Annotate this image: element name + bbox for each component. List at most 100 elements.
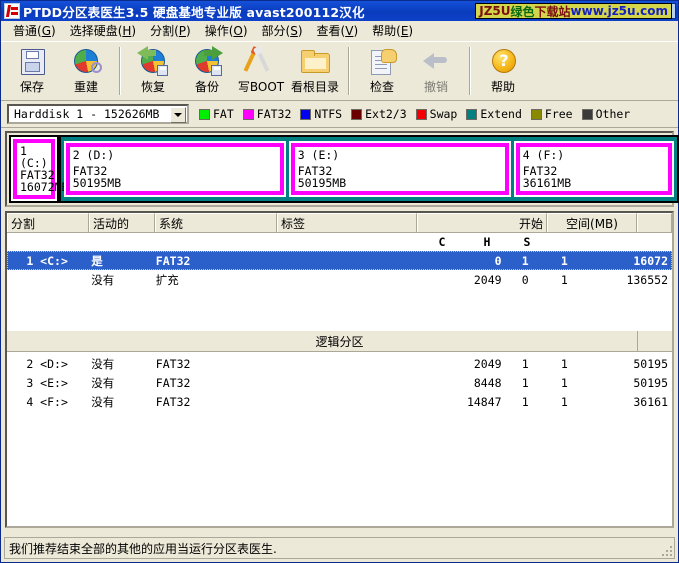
toolbar-button-2[interactable]: 重建 (59, 42, 113, 100)
legend-entry-ntfs: NTFS (300, 107, 342, 121)
toolbar-separator (469, 47, 470, 95)
watermark-part-2: 绿色 (510, 4, 535, 19)
folder-root-icon (299, 47, 331, 77)
logical-cell-3-space: 36161 (633, 394, 668, 409)
table-row[interactable]: 2 <D:> 没有 FAT32 2049 1 1 50195 (7, 354, 672, 373)
partition-map: 1 (C:) FAT32 16072MB 2 (D:) FAT32 50195MB 3 (E… (9, 135, 679, 203)
logical-cell-3-h: 1 (521, 394, 529, 409)
column-header-active[interactable]: 活动的 (89, 213, 155, 232)
partition-block-primary[interactable]: 1 (C:) FAT32 16072MB (9, 135, 68, 203)
primary-cell-1-space: 16072 (633, 253, 668, 268)
partition-logical-2-size: 50195MB (297, 176, 347, 190)
primary-cell-2-h: 0 (521, 272, 529, 287)
partition-logical-3-inner: 4 (F:) FAT32 36161MB (515, 143, 672, 195)
application-window: PTDD分区表医生3.5 硬盘基地专业版 avast200112汉化 JZ5U 绿… (0, 0, 679, 563)
primary-cell-1-s: 1 (560, 253, 568, 268)
toolbar-button-4[interactable]: 备份 (180, 42, 234, 100)
table-row[interactable]: 1 <C:> 是 FAT32 0 1 1 16072 (7, 251, 672, 270)
primary-partition-rows: 1 <C:> 是 FAT32 0 1 1 16072 没有 扩充 2049 0 1 136552 (7, 251, 672, 289)
toolbar-separator (119, 47, 120, 95)
logical-cell-1-s: 1 (560, 356, 568, 371)
primary-cell-1-active: 是 (91, 253, 103, 268)
partition-list-panel: 分割 活动的 系统 标签 开始 空间(MB) C H S 1 <C:> 是 FAT3… (5, 211, 674, 528)
window-title: PTDD分区表医生3.5 硬盘基地专业版 avast200112汉化 (23, 4, 365, 20)
menu-item-7[interactable]: 帮助(E) (365, 21, 420, 40)
logical-section-tail (637, 331, 672, 351)
undo-arrow-icon (420, 47, 452, 77)
toolbar-button-5[interactable]: 写BOOT (234, 42, 288, 100)
toolbar-button-1[interactable]: 保存 (5, 42, 59, 100)
logical-partition-rows: 2 <D:> 没有 FAT32 2049 1 1 50195 3 <E:> 没有 FAT32 844… (7, 352, 672, 411)
pie-rebuild-icon (70, 47, 102, 77)
column-header-extra[interactable] (637, 213, 672, 232)
table-row[interactable]: 没有 扩充 2049 0 1 136552 (7, 270, 672, 289)
legend-entry-swap: Swap (415, 107, 458, 121)
logical-cell-1-system: FAT32 (155, 356, 191, 371)
menu-item-4[interactable]: 操作(O) (198, 21, 255, 40)
watermark-url: www.jz5u.com (570, 4, 668, 18)
floppy-save-icon (16, 47, 48, 77)
toolbar-button-6[interactable]: 看根目录 (288, 42, 342, 100)
partition-block-logical-1[interactable]: 2 (D:) FAT32 50195MB (63, 141, 286, 197)
column-header-start[interactable]: 开始 (417, 213, 547, 232)
partition-block-logical-2[interactable]: 3 (E:) FAT32 50195MB (288, 141, 511, 197)
menu-item-1[interactable]: 普通(G) (6, 21, 63, 40)
menu-item-2[interactable]: 选择硬盘(H) (63, 21, 143, 40)
extended-partition-container[interactable]: 2 (D:) FAT32 50195MB 3 (E:) FAT32 50195MB 4 (F… (58, 135, 679, 203)
legend-entry-other: Other (581, 107, 630, 121)
column-header-space[interactable]: 空间(MB) (547, 213, 637, 232)
toolbar-button-3[interactable]: 恢复 (126, 42, 180, 100)
logical-cell-1-h: 1 (521, 356, 529, 371)
menu-item-3[interactable]: 分割(P) (143, 21, 198, 40)
column-header-partition[interactable]: 分割 (7, 213, 89, 232)
resize-grip[interactable] (660, 544, 672, 556)
chevron-down-icon[interactable] (170, 107, 186, 123)
legend-entry-fat32: FAT32 (242, 107, 291, 121)
toolbar-label-6: 看根目录 (290, 80, 339, 94)
partition-primary-inner: 1 (C:) FAT32 16072MB (13, 139, 68, 199)
status-text: 我们推荐结束全部的其他的应用当运行分区表医生. (9, 541, 277, 556)
legend-entry-extend: Extend (466, 107, 522, 121)
legend-bar: Harddisk 1 - 152626MB FAT FAT32 NTFS Ext2/3… (1, 101, 678, 128)
toolbar-label-3: 恢复 (140, 80, 165, 94)
partition-logical-1-size: 50195MB (72, 176, 122, 190)
menu-item-6[interactable]: 查看(V) (310, 21, 366, 40)
partition-primary-title: 1 (C:) (20, 144, 48, 170)
partition-map-panel: 1 (C:) FAT32 16072MB 2 (D:) FAT32 50195MB 3 (E… (5, 131, 679, 207)
table-row[interactable]: 3 <E:> 没有 FAT32 8448 1 1 50195 (7, 373, 672, 392)
partition-block-logical-3[interactable]: 4 (F:) FAT32 36161MB (513, 141, 674, 197)
primary-cell-2-c: 2049 (473, 272, 502, 287)
legend-swatch-icon (300, 108, 312, 120)
checklist-icon (366, 47, 398, 77)
partition-logical-2-title: 3 (E:) (297, 148, 340, 162)
primary-cell-2-s: 1 (560, 272, 568, 287)
logical-cell-3-s: 1 (560, 394, 568, 409)
menu-item-5[interactable]: 部分(S) (255, 21, 310, 40)
toolbar-label-9: 帮助 (490, 80, 515, 94)
primary-cell-1-c: 0 (494, 253, 502, 268)
partition-logical-1-title: 2 (D:) (72, 148, 115, 162)
logical-cell-3-active: 没有 (91, 394, 115, 409)
legend-swatch-icon (199, 108, 210, 120)
logical-cell-1-partition: 2 <D:> (26, 356, 68, 371)
toolbar-button-9[interactable]: ? 帮助 (476, 42, 530, 100)
legend-label: Ext2/3 (365, 107, 407, 121)
primary-cell-1-system: FAT32 (155, 253, 191, 268)
legend-swatch-icon (530, 108, 542, 120)
backup-icon (191, 46, 223, 77)
watermark-banner: JZ5U 绿色 下载站 www.jz5u.com (475, 3, 672, 19)
chs-c-label: C (438, 235, 446, 249)
watermark-part-1: JZ5U (479, 4, 511, 18)
column-header-label[interactable]: 标签 (277, 213, 417, 232)
legend-label: Swap (429, 107, 458, 121)
disk-select[interactable]: Harddisk 1 - 152626MB (7, 104, 189, 124)
menu-bar: 普通(G) 选择硬盘(H) 分割(P) 操作(O) 部分(S) 查看(V) 帮助(E) (1, 21, 678, 41)
toolbar-button-7[interactable]: 检查 (355, 42, 409, 100)
column-header-system[interactable]: 系统 (155, 213, 277, 232)
toolbar: 保存 重建 恢复 备份 写BOOT 看根目录 检查 撤销? 帮助 (1, 41, 678, 101)
partition-primary-size: 16072MB (20, 180, 69, 194)
disk-select-value: Harddisk 1 - 152626MB (14, 107, 160, 121)
chs-subheader: C H S (7, 233, 672, 251)
table-row[interactable]: 4 <F:> 没有 FAT32 14847 1 1 36161 (7, 392, 672, 411)
toolbar-label-5: 写BOOT (237, 80, 285, 94)
